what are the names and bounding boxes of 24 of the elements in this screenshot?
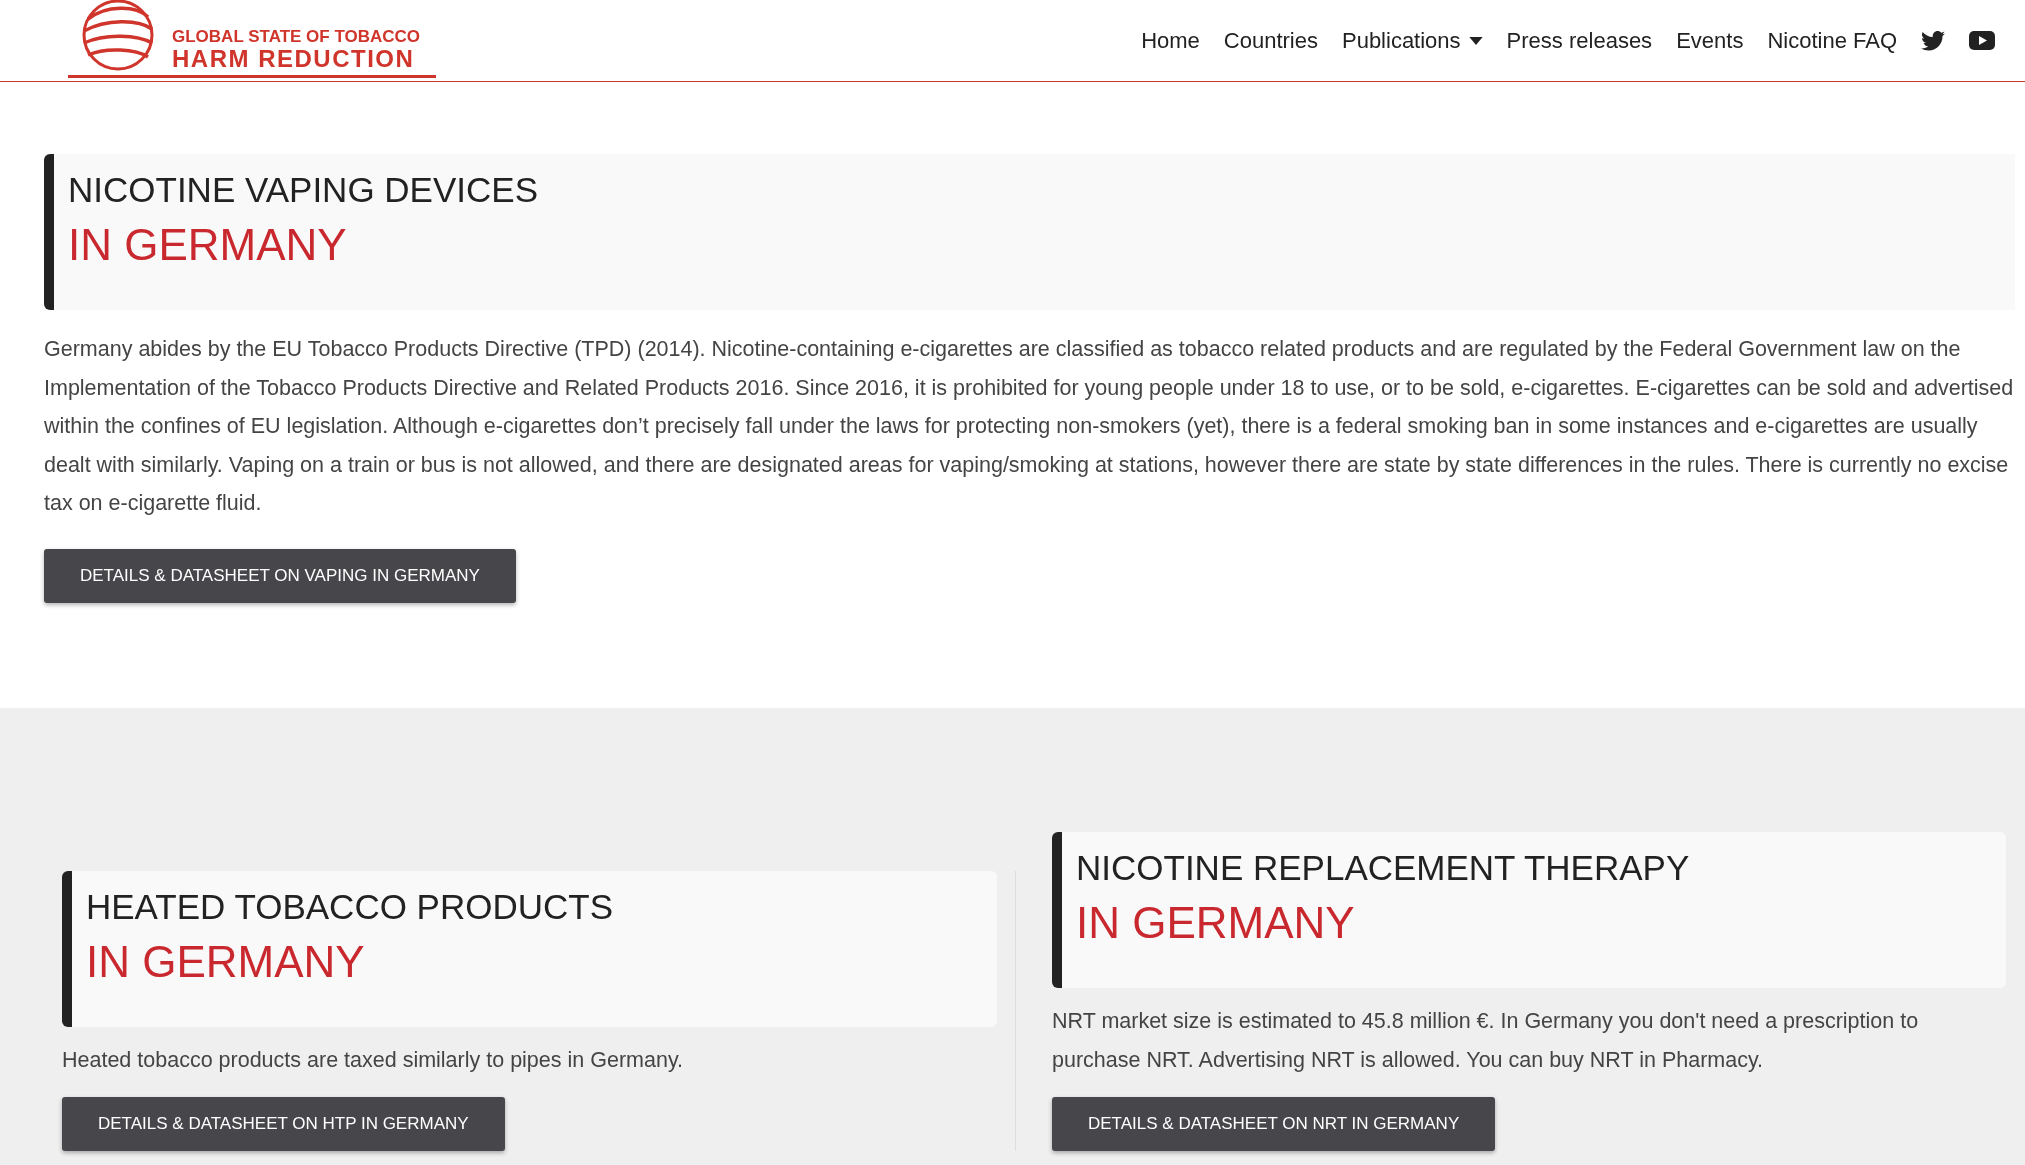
section-paragraph: Germany abides by the EU Tobacco Products Directive (TPD) (2014). Nicotine-containing e-cigarettes are classified as tobacco related products and are regulated by the Federal Government law on the Implementation of the Tobacco Products Directive and Related Products 2016. Since 2016, it is prohibited for young people under 18 to use, or to be sold, e-cigarettes. E-cigarettes can be sold and advertised within the confines of EU legislation. Although e-cigarettes don’t precisely fall under the laws for protecting non-smokers (yet), there is a federal smoking ban in some instances and e-cigarettes are usually dealt with similarly. Vaping on a train or bus is not allowed, and there are designated areas for vaping/smoking at stations, however there are state by state differences in the rules. There is currently no excise tax on e-cigarette fluid. [44, 336, 2015, 517]
section-title: NICOTINE VAPING DEVICES [68, 170, 539, 210]
twitter-bird-icon[interactable] [1921, 30, 1945, 51]
section-title: HEATED TOBACCO PRODUCTS [86, 886, 615, 927]
nav-dropdown[interactable]: Publications [1341, 27, 1483, 54]
section-paragraph: Heated tobacco products are taxed similarly to pipes in Germany. [62, 1046, 683, 1074]
nav-link[interactable]: Nicotine FAQ [1767, 27, 1897, 54]
logo-text: GLOBAL STATE OF TOBACCO [172, 28, 421, 45]
details-button[interactable]: DETAILS & DATASHEET ON HTP IN GERMANY [62, 1097, 505, 1151]
section-title: NICOTINE REPLACEMENT THERAPY [1076, 848, 1691, 888]
section-paragraph: NRT market size is estimated to 45.8 million €. In Germany you don't need a prescription to purchase NRT. Advertising NRT is allowed. You can buy NRT in Pharmacy. [1052, 1008, 1920, 1074]
nav-link[interactable]: Events [1676, 27, 1744, 54]
section-subtitle: IN GERMANY [86, 936, 366, 987]
caret-icon [1468, 36, 1483, 45]
nav-link[interactable]: Countries [1223, 27, 1318, 54]
nav-link[interactable]: Press releases [1506, 27, 1653, 54]
details-button[interactable]: DETAILS & DATASHEET ON NRT IN GERMANY [1052, 1097, 1496, 1151]
nav-link[interactable]: Home [1141, 27, 1200, 54]
section-subtitle: IN GERMANY [1076, 898, 1356, 948]
details-button[interactable]: DETAILS & DATASHEET ON VAPING IN GERMANY [44, 548, 516, 603]
section-subtitle: IN GERMANY [68, 220, 348, 270]
video-play-icon[interactable] [1969, 31, 1995, 50]
site-logo[interactable]: GLOBAL STATE OF TOBACCO HARM REDUCTION [68, 4, 437, 78]
logo-text: HARM REDUCTION [172, 47, 416, 71]
